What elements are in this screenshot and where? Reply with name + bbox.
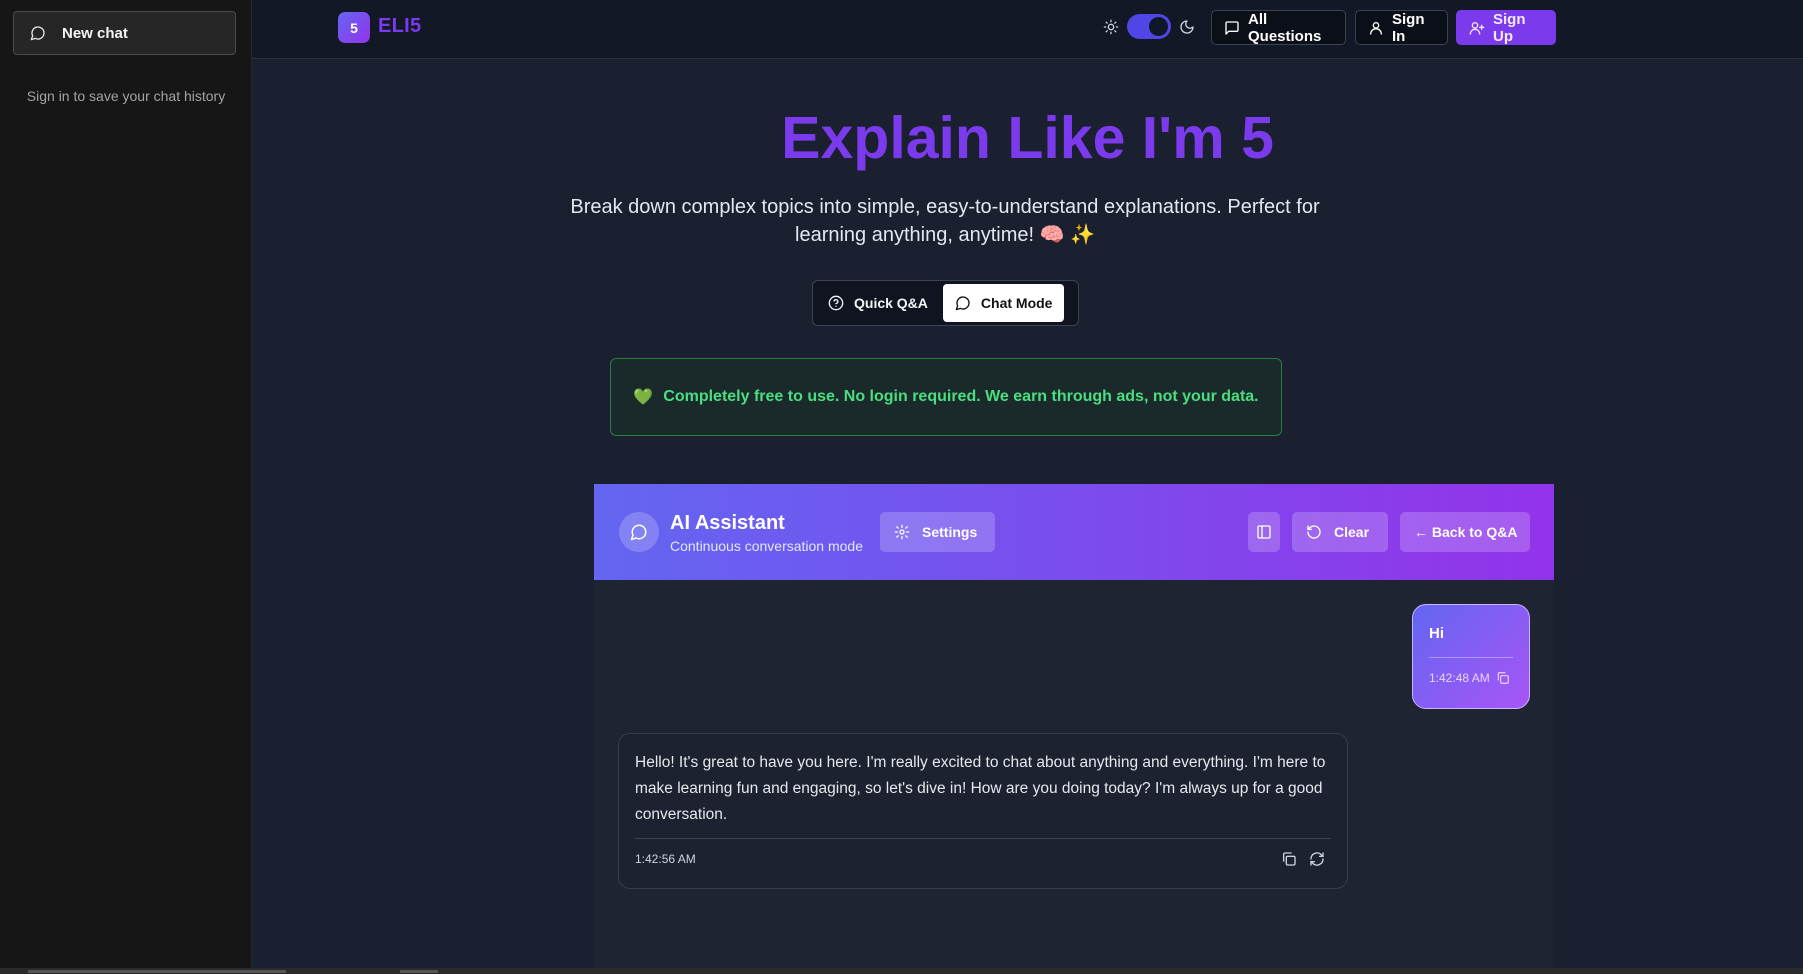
sign-up-button[interactable]: Sign Up <box>1456 10 1556 45</box>
green-heart-icon: 💚 <box>633 389 654 406</box>
theme-toggle[interactable] <box>1127 14 1171 39</box>
scrollbar-thumb[interactable] <box>28 970 286 973</box>
panel-left-icon <box>1256 524 1272 540</box>
chat-header: AI Assistant Continuous conversation mod… <box>594 484 1554 580</box>
assistant-avatar <box>619 512 659 552</box>
mode-switcher: Quick Q&A Chat Mode <box>812 280 1079 326</box>
clear-label: Clear <box>1334 524 1370 540</box>
free-notice-text: Completely free to use. No login require… <box>663 388 1259 405</box>
page-title: Explain Like I'm 5 <box>781 105 1274 171</box>
quick-qa-label: Quick Q&A <box>854 295 928 311</box>
copy-icon[interactable] <box>1281 851 1297 867</box>
chat-mode-label: Chat Mode <box>980 295 1053 311</box>
user-icon <box>1368 20 1384 36</box>
free-notice-banner: 💚 Completely free to use. No login requi… <box>610 358 1282 436</box>
logo-text[interactable]: ELI5 <box>378 15 421 38</box>
chat-panel: AI Assistant Continuous conversation mod… <box>594 484 1554 974</box>
settings-button[interactable]: Settings <box>880 512 995 552</box>
assistant-message-time: 1:42:56 AM <box>635 852 696 866</box>
page-subtitle: Break down complex topics into simple, e… <box>570 196 1320 246</box>
copy-icon[interactable] <box>1496 671 1510 685</box>
theme-switcher <box>1103 14 1195 39</box>
chat-subtitle: Continuous conversation mode <box>670 538 864 554</box>
rotate-ccw-icon <box>1306 524 1322 540</box>
message-square-icon <box>1224 20 1240 36</box>
help-circle-icon <box>828 295 844 311</box>
back-to-qa-button[interactable]: ← Back to Q&A <box>1400 512 1530 552</box>
scrollbar-segment <box>400 970 438 973</box>
chat-title: AI Assistant <box>670 512 785 534</box>
toggle-knob <box>1149 17 1168 36</box>
back-to-qa-label: ← Back to Q&A <box>1414 524 1518 540</box>
new-chat-button[interactable]: New chat <box>13 11 236 55</box>
sun-icon <box>1103 19 1119 35</box>
user-message-time: 1:42:48 AM <box>1429 671 1490 685</box>
sidebar: New chat Sign in to save your chat histo… <box>0 0 252 968</box>
sign-in-button[interactable]: Sign In <box>1355 10 1448 45</box>
chat-bubble-icon <box>30 25 46 41</box>
assistant-message-text: Hello! It's great to have you here. I'm … <box>635 754 1326 823</box>
clear-button[interactable]: Clear <box>1292 512 1388 552</box>
sign-up-label: Sign Up <box>1493 10 1526 45</box>
all-questions-label: All Questions <box>1248 10 1322 45</box>
top-header: 5 ELI5 All Questions Sign In Sign Up <box>252 0 1803 59</box>
chat-bubble-icon <box>955 295 971 311</box>
chat-bubble-icon <box>630 523 648 541</box>
user-message: Hi 1:42:48 AM <box>1412 604 1530 709</box>
moon-icon <box>1179 19 1195 35</box>
message-divider <box>1429 657 1513 658</box>
logo-badge[interactable]: 5 <box>338 12 370 43</box>
quick-qa-tab[interactable]: Quick Q&A <box>816 284 940 322</box>
chat-mode-tab[interactable]: Chat Mode <box>942 284 1065 322</box>
assistant-message: Hello! It's great to have you here. I'm … <box>618 733 1348 889</box>
new-chat-label: New chat <box>62 24 128 42</box>
toggle-sidebar-button[interactable] <box>1248 512 1280 552</box>
gear-icon <box>894 524 910 540</box>
regenerate-icon[interactable] <box>1309 851 1325 867</box>
all-questions-button[interactable]: All Questions <box>1211 10 1346 45</box>
user-plus-icon <box>1469 20 1485 36</box>
settings-label: Settings <box>922 524 978 540</box>
user-message-text: Hi <box>1429 625 1444 642</box>
horizontal-scrollbar[interactable] <box>0 968 1803 974</box>
sign-in-note: Sign in to save your chat history <box>26 88 226 104</box>
message-divider <box>635 838 1331 839</box>
sign-in-label: Sign In <box>1392 10 1425 45</box>
